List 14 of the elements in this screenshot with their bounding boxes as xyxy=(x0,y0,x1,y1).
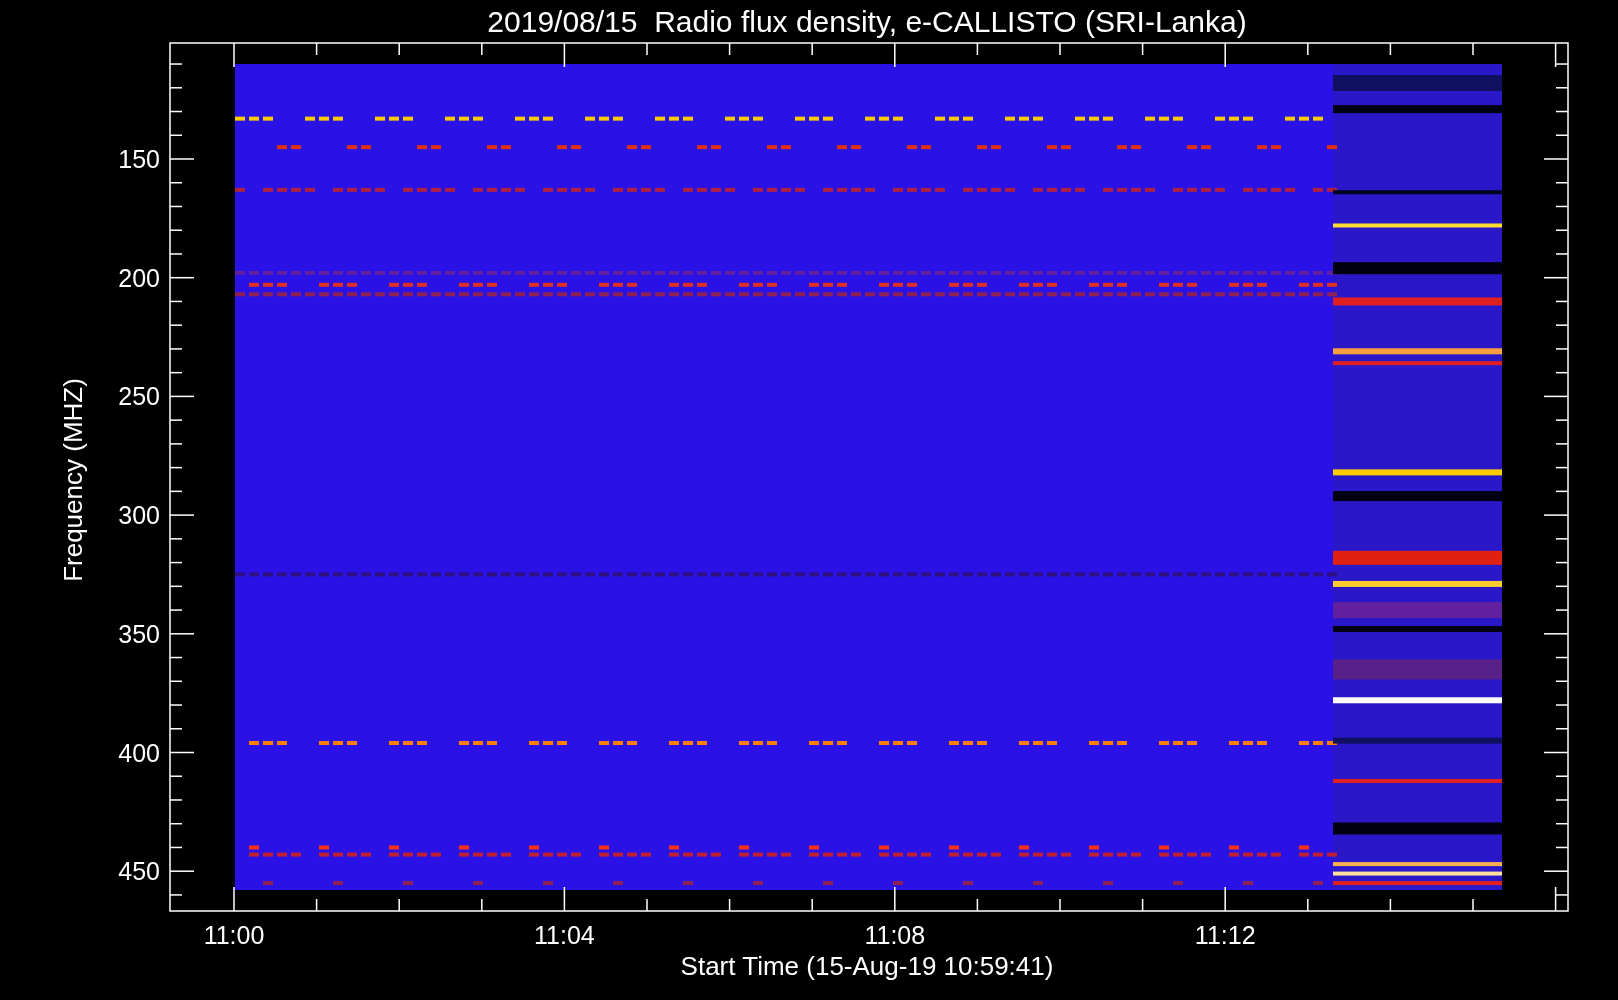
x-tick-label: 11:12 xyxy=(1194,921,1256,949)
y-axis-label: Frequency (MHZ) xyxy=(58,378,88,582)
y-tick-label: 300 xyxy=(118,501,160,530)
x-tick-label: 11:08 xyxy=(864,921,926,949)
chart-title: 2019/08/15 Radio flux density, e-CALLISTO (SRI-Lanka) xyxy=(487,5,1247,38)
y-tick-label: 150 xyxy=(118,145,160,173)
y-tick-label: 350 xyxy=(118,619,160,648)
y-tick-label: 450 xyxy=(118,857,160,886)
x-axis-label: Start Time (15-Aug-19 10:59:41) xyxy=(680,951,1054,981)
y-tick-label: 400 xyxy=(118,738,160,767)
y-tick-label: 200 xyxy=(118,263,160,292)
y-tick-label: 250 xyxy=(118,382,160,411)
x-tick-label: 11:00 xyxy=(203,921,265,949)
x-tick-label: 11:04 xyxy=(534,921,595,949)
